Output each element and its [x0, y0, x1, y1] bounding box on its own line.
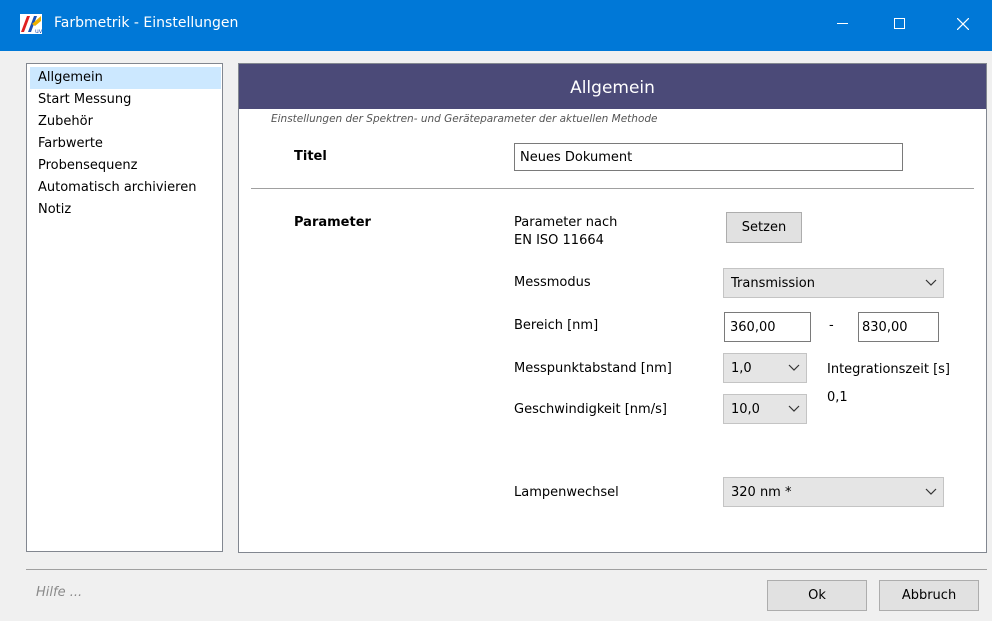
settings-category-list: Allgemein Start Messung Zubehör Farbwert…: [26, 63, 223, 552]
geschwindigkeit-select[interactable]: 10,0: [723, 394, 807, 424]
sidebar-item-automatisch-archivieren[interactable]: Automatisch archivieren: [30, 177, 221, 199]
svg-text:uv: uv: [35, 28, 42, 34]
help-link[interactable]: Hilfe ...: [36, 585, 82, 600]
parameter-label: Parameter: [294, 215, 371, 230]
bereich-separator: -: [829, 318, 834, 333]
close-icon: [956, 17, 970, 34]
title-input[interactable]: Neues Dokument: [514, 143, 903, 171]
bereich-from-input[interactable]: 360,00: [724, 312, 811, 342]
maximize-button[interactable]: [876, 0, 922, 51]
ok-button[interactable]: Ok: [767, 580, 867, 611]
title-bar: uv Farbmetrik - Einstellungen: [0, 0, 992, 51]
messmodus-select[interactable]: Transmission: [723, 268, 944, 298]
parameter-norm-line1: Parameter nach: [514, 215, 618, 230]
messmodus-value: Transmission: [731, 275, 815, 291]
title-label: Titel: [294, 149, 327, 164]
window-title: Farbmetrik - Einstellungen: [54, 15, 239, 31]
chevron-down-icon: [788, 395, 800, 423]
farbmetrik-app-icon: uv: [20, 14, 43, 35]
panel-subtitle: Einstellungen der Spektren- und Gerätepa…: [271, 113, 658, 125]
sidebar-item-probensequenz[interactable]: Probensequenz: [30, 155, 221, 177]
chevron-down-icon: [788, 354, 800, 382]
messpunktabstand-label: Messpunktabstand [nm]: [514, 361, 672, 376]
bereich-label: Bereich [nm]: [514, 318, 599, 333]
integrationszeit-value: 0,1: [827, 390, 848, 405]
lampenwechsel-value: 320 nm *: [731, 484, 792, 500]
footer-divider: [26, 569, 987, 570]
chevron-down-icon: [925, 269, 937, 297]
sidebar-item-zubehoer[interactable]: Zubehör: [30, 111, 221, 133]
parameter-norm-line2: EN ISO 11664: [514, 233, 604, 248]
integrationszeit-label: Integrationszeit [s]: [827, 362, 950, 377]
sidebar-item-notiz[interactable]: Notiz: [30, 199, 221, 221]
minimize-icon: [836, 18, 848, 33]
sidebar-item-start-messung[interactable]: Start Messung: [30, 89, 221, 111]
maximize-icon: [893, 18, 905, 33]
sidebar-item-farbwerte[interactable]: Farbwerte: [30, 133, 221, 155]
messpunktabstand-select[interactable]: 1,0: [723, 353, 807, 383]
panel-header: Allgemein: [239, 64, 986, 109]
panel-title: Allgemein: [570, 78, 655, 98]
messmodus-label: Messmodus: [514, 275, 591, 290]
messpunktabstand-value: 1,0: [731, 360, 752, 376]
sidebar-item-allgemein[interactable]: Allgemein: [30, 67, 221, 89]
close-button[interactable]: [940, 0, 986, 51]
minimize-button[interactable]: [819, 0, 865, 51]
lampenwechsel-select[interactable]: 320 nm *: [723, 477, 944, 507]
lampenwechsel-label: Lampenwechsel: [514, 485, 619, 500]
bereich-to-input[interactable]: 830,00: [858, 312, 939, 342]
chevron-down-icon: [925, 478, 937, 506]
geschwindigkeit-label: Geschwindigkeit [nm/s]: [514, 402, 667, 417]
title-input-value: Neues Dokument: [520, 149, 633, 165]
bereich-to-value: 830,00: [862, 319, 908, 335]
setzen-button[interactable]: Setzen: [726, 212, 802, 243]
geschwindigkeit-value: 10,0: [731, 401, 760, 417]
section-divider: [251, 188, 974, 189]
cancel-button[interactable]: Abbruch: [879, 580, 979, 611]
settings-window: uv Farbmetrik - Einstellungen Allgemein …: [0, 0, 992, 621]
bereich-from-value: 360,00: [730, 319, 776, 335]
